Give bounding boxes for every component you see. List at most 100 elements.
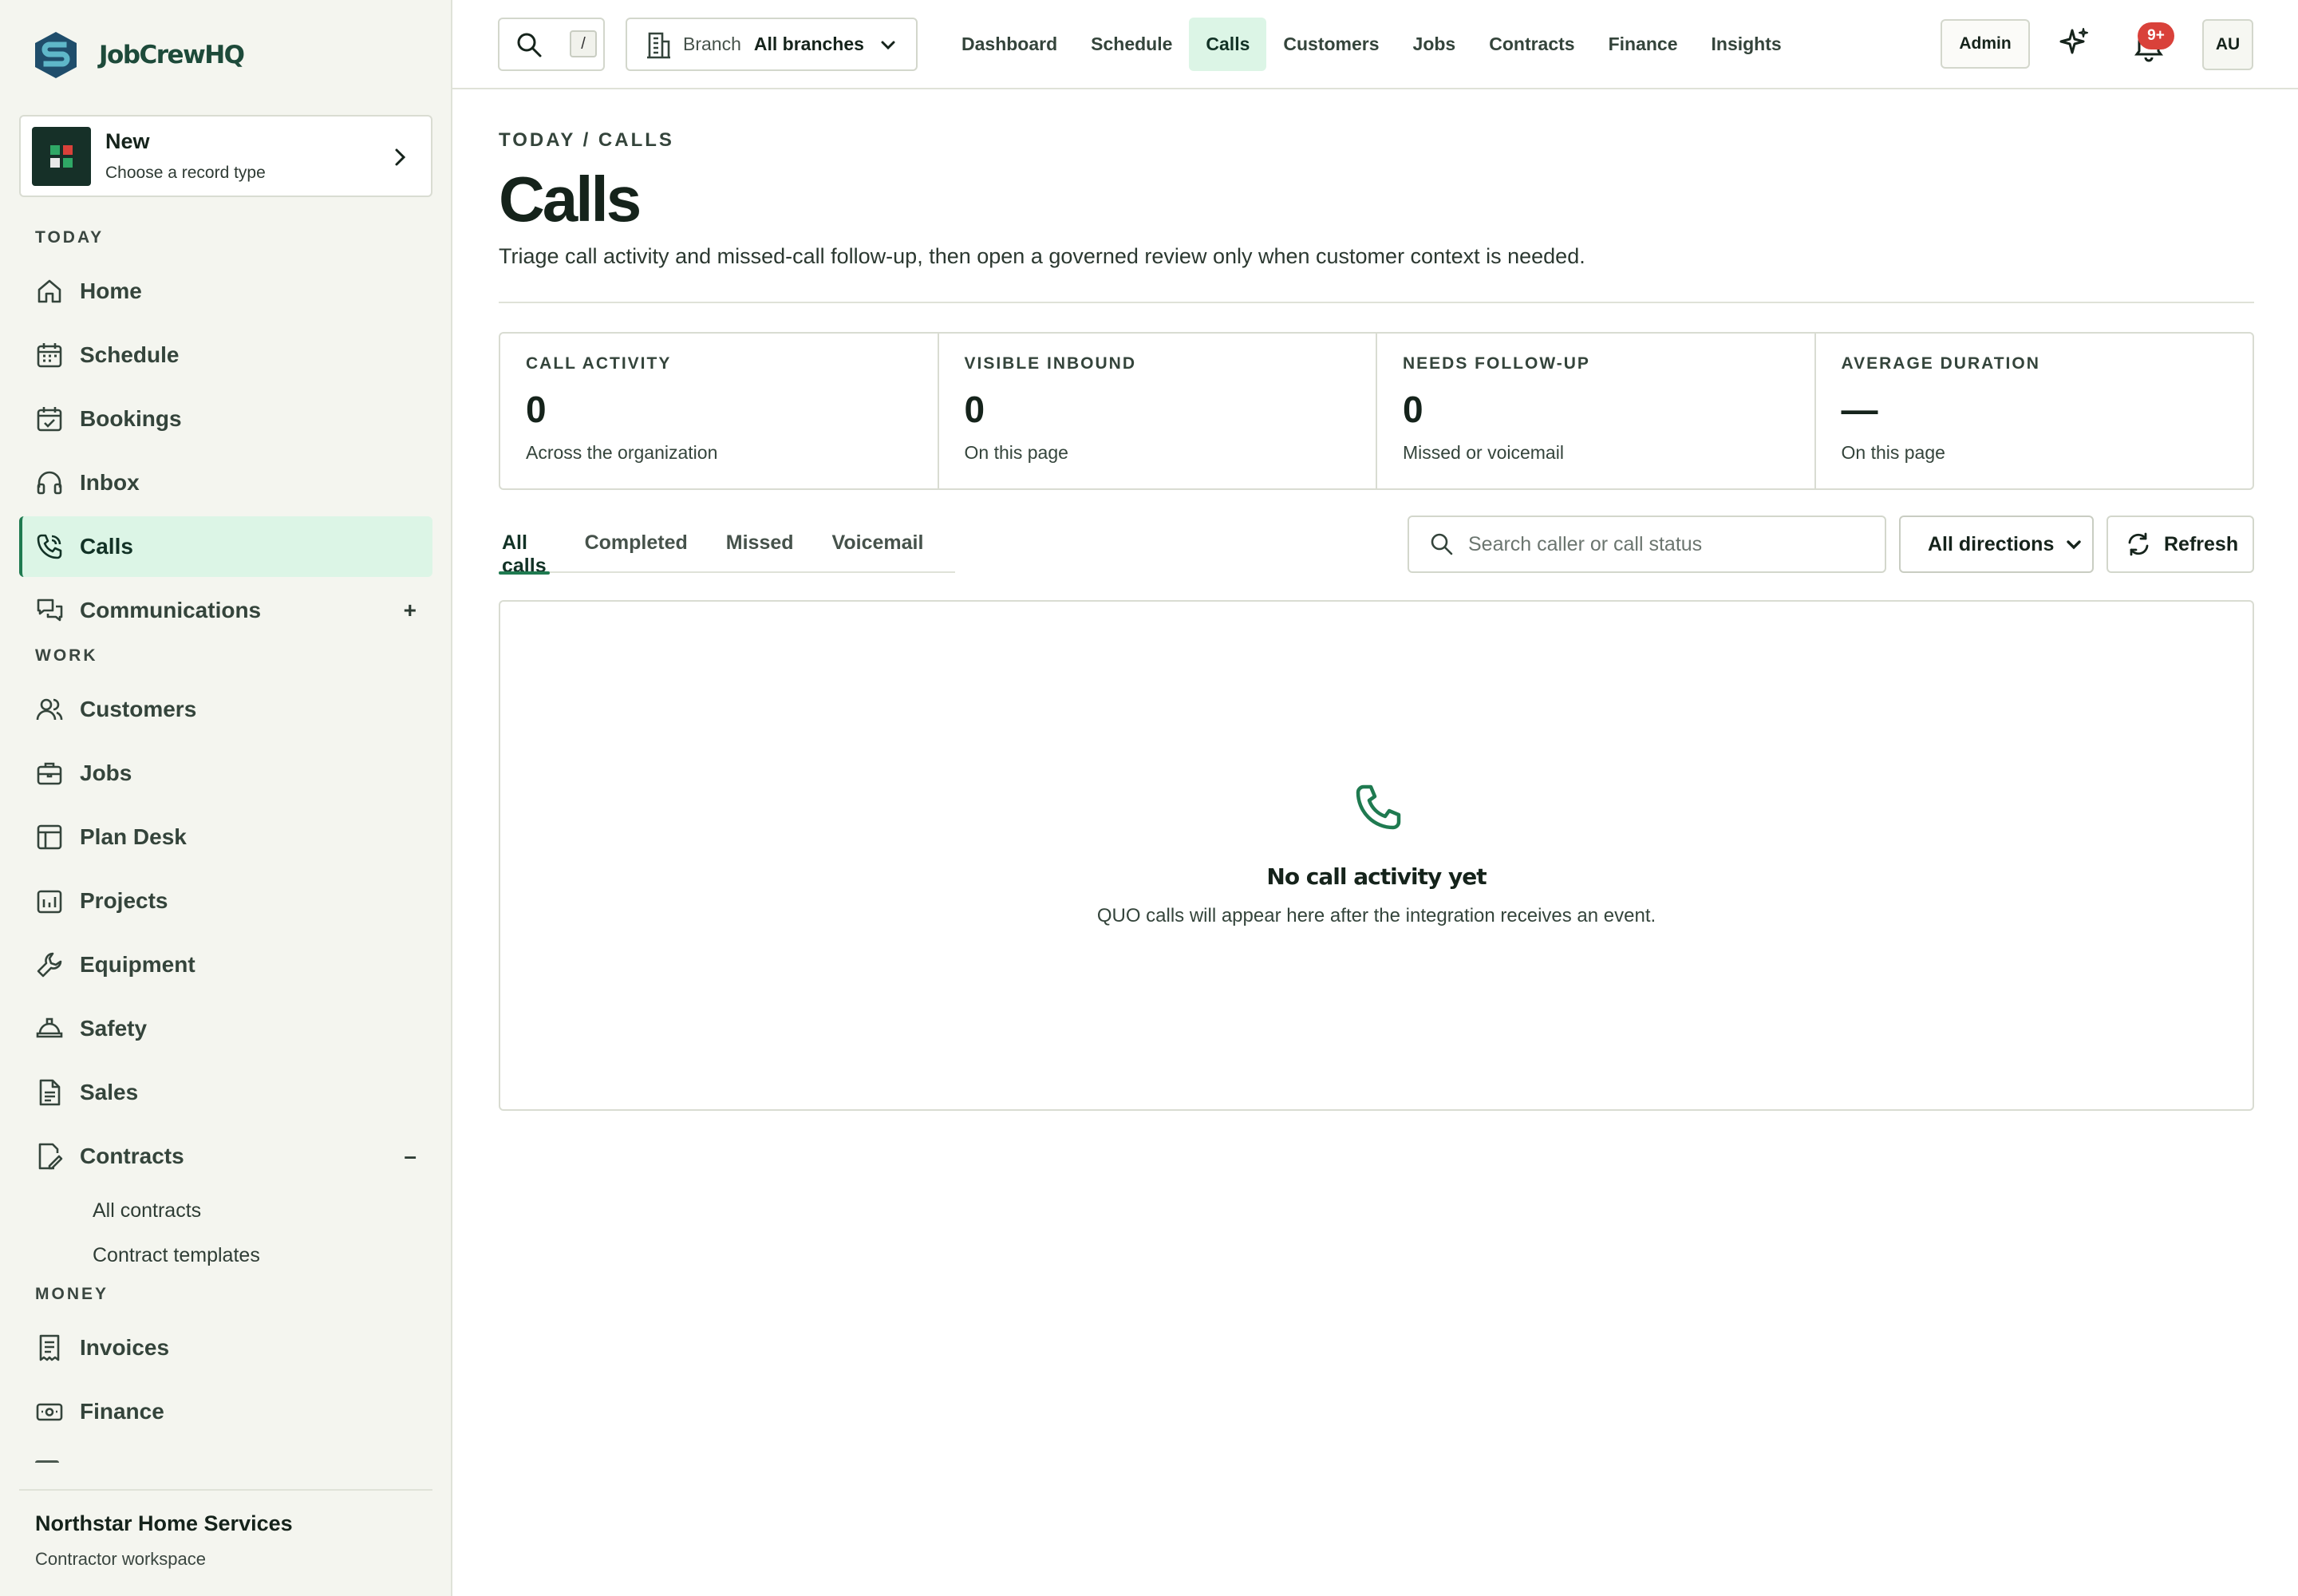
sidebar-item-jobs[interactable]: Jobs	[19, 743, 432, 804]
home-icon	[38, 279, 61, 303]
sparkle-ai-icon[interactable]	[2056, 26, 2091, 61]
new-record-icon	[32, 126, 91, 186]
sidebar-item-schedule[interactable]: Schedule	[19, 325, 432, 385]
stat-label: CALL ACTIVITY	[526, 354, 672, 373]
tab-voicemail[interactable]: Voicemail	[832, 516, 924, 573]
search-icon	[517, 33, 542, 57]
scroll-overflow-hint	[35, 1460, 59, 1467]
topbar: / Branch All branches Dashboard Schedule…	[452, 0, 2298, 89]
sidebar-item-contracts[interactable]: Contracts –	[19, 1126, 432, 1187]
sidebar-item-label: Home	[80, 279, 142, 303]
admin-button[interactable]: Admin	[1941, 19, 2030, 69]
call-search-input[interactable]	[1468, 532, 1883, 556]
brand-logo-icon	[35, 32, 77, 78]
sidebar-item-label: Schedule	[80, 342, 180, 367]
sidebar-item-safety[interactable]: Safety	[19, 998, 432, 1059]
chevron-down-icon	[2067, 540, 2081, 550]
sidebar: JobCrewHQ New Choose a record type TODAY…	[0, 0, 452, 1596]
calendar-check-icon	[37, 407, 62, 432]
sidebar-item-label: Finance	[80, 1399, 164, 1424]
direction-select[interactable]: All directions	[1899, 516, 2094, 573]
hardhat-icon	[36, 1017, 63, 1038]
brand[interactable]: JobCrewHQ	[32, 30, 245, 80]
tab-all-calls[interactable]: All calls	[499, 516, 550, 577]
topnav-dashboard[interactable]: Dashboard	[945, 18, 1074, 71]
sidebar-item-communications[interactable]: Communications +	[19, 580, 432, 641]
tab-completed[interactable]: Completed	[585, 516, 688, 573]
sidebar-item-finance[interactable]: Finance	[19, 1381, 432, 1442]
brand-name: JobCrewHQ	[99, 41, 245, 69]
stat-card: VISIBLE INBOUND 0 On this page	[939, 334, 1377, 488]
topnav-contracts[interactable]: Contracts	[1472, 18, 1591, 71]
topnav-schedule[interactable]: Schedule	[1074, 18, 1189, 71]
collapse-toggle[interactable]: –	[404, 1144, 417, 1169]
top-navigation: Dashboard Schedule Calls Customers Jobs …	[945, 18, 1799, 71]
wrench-icon	[37, 952, 62, 978]
stat-note: Missed or voicemail	[1403, 442, 1564, 463]
tab-missed[interactable]: Missed	[726, 516, 794, 573]
branch-selector[interactable]: Branch All branches	[626, 18, 918, 71]
sidebar-item-projects[interactable]: Projects	[19, 871, 432, 931]
chart-icon	[37, 890, 62, 914]
sidebar-item-label: Customers	[80, 697, 197, 721]
sidebar-item-bookings[interactable]: Bookings	[19, 389, 432, 449]
global-search-button[interactable]: /	[498, 18, 605, 71]
calendar-icon	[37, 343, 62, 368]
call-search-box	[1408, 516, 1886, 573]
stat-value: 0	[964, 389, 985, 430]
sidebar-item-label: Bookings	[80, 406, 182, 431]
stat-note: On this page	[964, 442, 1068, 463]
topnav-finance[interactable]: Finance	[1592, 18, 1695, 71]
stat-label: AVERAGE DURATION	[1841, 354, 2040, 373]
sidebar-item-invoices[interactable]: Invoices	[19, 1317, 432, 1378]
new-record-button[interactable]: New Choose a record type	[19, 115, 432, 197]
refresh-button[interactable]: Refresh	[2106, 516, 2254, 573]
topnav-customers[interactable]: Customers	[1266, 18, 1396, 71]
branch-value: All branches	[753, 34, 864, 54]
sidebar-item-label: Inbox	[80, 470, 140, 495]
branch-label: Branch	[683, 34, 741, 54]
sidebar-subitem-contract-templates[interactable]: Contract templates	[93, 1244, 260, 1267]
sidebar-item-label: Invoices	[80, 1335, 170, 1360]
workspace-switcher[interactable]: Northstar Home Services Contractor works…	[19, 1489, 432, 1570]
sidebar-subitem-all-contracts[interactable]: All contracts	[93, 1199, 201, 1223]
sidebar-item-label: Sales	[80, 1080, 139, 1104]
stats-strip: CALL ACTIVITY 0 Across the organization …	[499, 332, 2254, 490]
sidebar-item-calls[interactable]: Calls	[19, 516, 432, 577]
stat-value: 0	[526, 389, 547, 430]
chevron-right-icon	[395, 148, 406, 166]
calls-empty-state: No call activity yet QUO calls will appe…	[499, 600, 2254, 1111]
sidebar-item-home[interactable]: Home	[19, 261, 432, 322]
sidebar-item-label: Jobs	[80, 760, 132, 785]
sidebar-item-sales[interactable]: Sales	[19, 1062, 432, 1123]
empty-state-subtitle: QUO calls will appear here after the int…	[1096, 905, 1656, 926]
invoice-icon	[39, 1334, 60, 1361]
sidebar-item-inbox[interactable]: Inbox	[19, 452, 432, 513]
sidebar-item-plan-desk[interactable]: Plan Desk	[19, 807, 432, 867]
chevron-down-icon	[881, 41, 895, 50]
page-title: Calls	[499, 164, 642, 235]
topnav-jobs[interactable]: Jobs	[1396, 18, 1473, 71]
sidebar-item-label: Contracts	[80, 1144, 184, 1168]
sidebar-item-label: Plan Desk	[80, 824, 187, 849]
new-record-subtitle: Choose a record type	[105, 164, 266, 182]
expand-toggle[interactable]: +	[404, 598, 417, 623]
sidebar-item-customers[interactable]: Customers	[19, 679, 432, 740]
page-description: Triage call activity and missed-call fol…	[499, 244, 1585, 268]
stat-note: Across the organization	[526, 442, 718, 463]
avatar[interactable]: AU	[2202, 19, 2253, 70]
sidebar-item-equipment[interactable]: Equipment	[19, 934, 432, 995]
topnav-insights[interactable]: Insights	[1695, 18, 1799, 71]
sidebar-item-label: Projects	[80, 888, 168, 913]
refresh-icon	[2128, 532, 2149, 556]
briefcase-icon	[37, 762, 62, 785]
section-today: TODAY	[35, 228, 105, 247]
topnav-calls[interactable]: Calls	[1189, 18, 1267, 71]
sidebar-item-label: Safety	[80, 1016, 148, 1041]
sidebar-item-label: Calls	[80, 534, 133, 559]
sidebar-item-label: Equipment	[80, 952, 195, 977]
new-record-title: New	[105, 129, 150, 153]
cash-icon	[36, 1403, 63, 1421]
section-work: WORK	[35, 646, 98, 665]
document-icon	[39, 1079, 61, 1106]
